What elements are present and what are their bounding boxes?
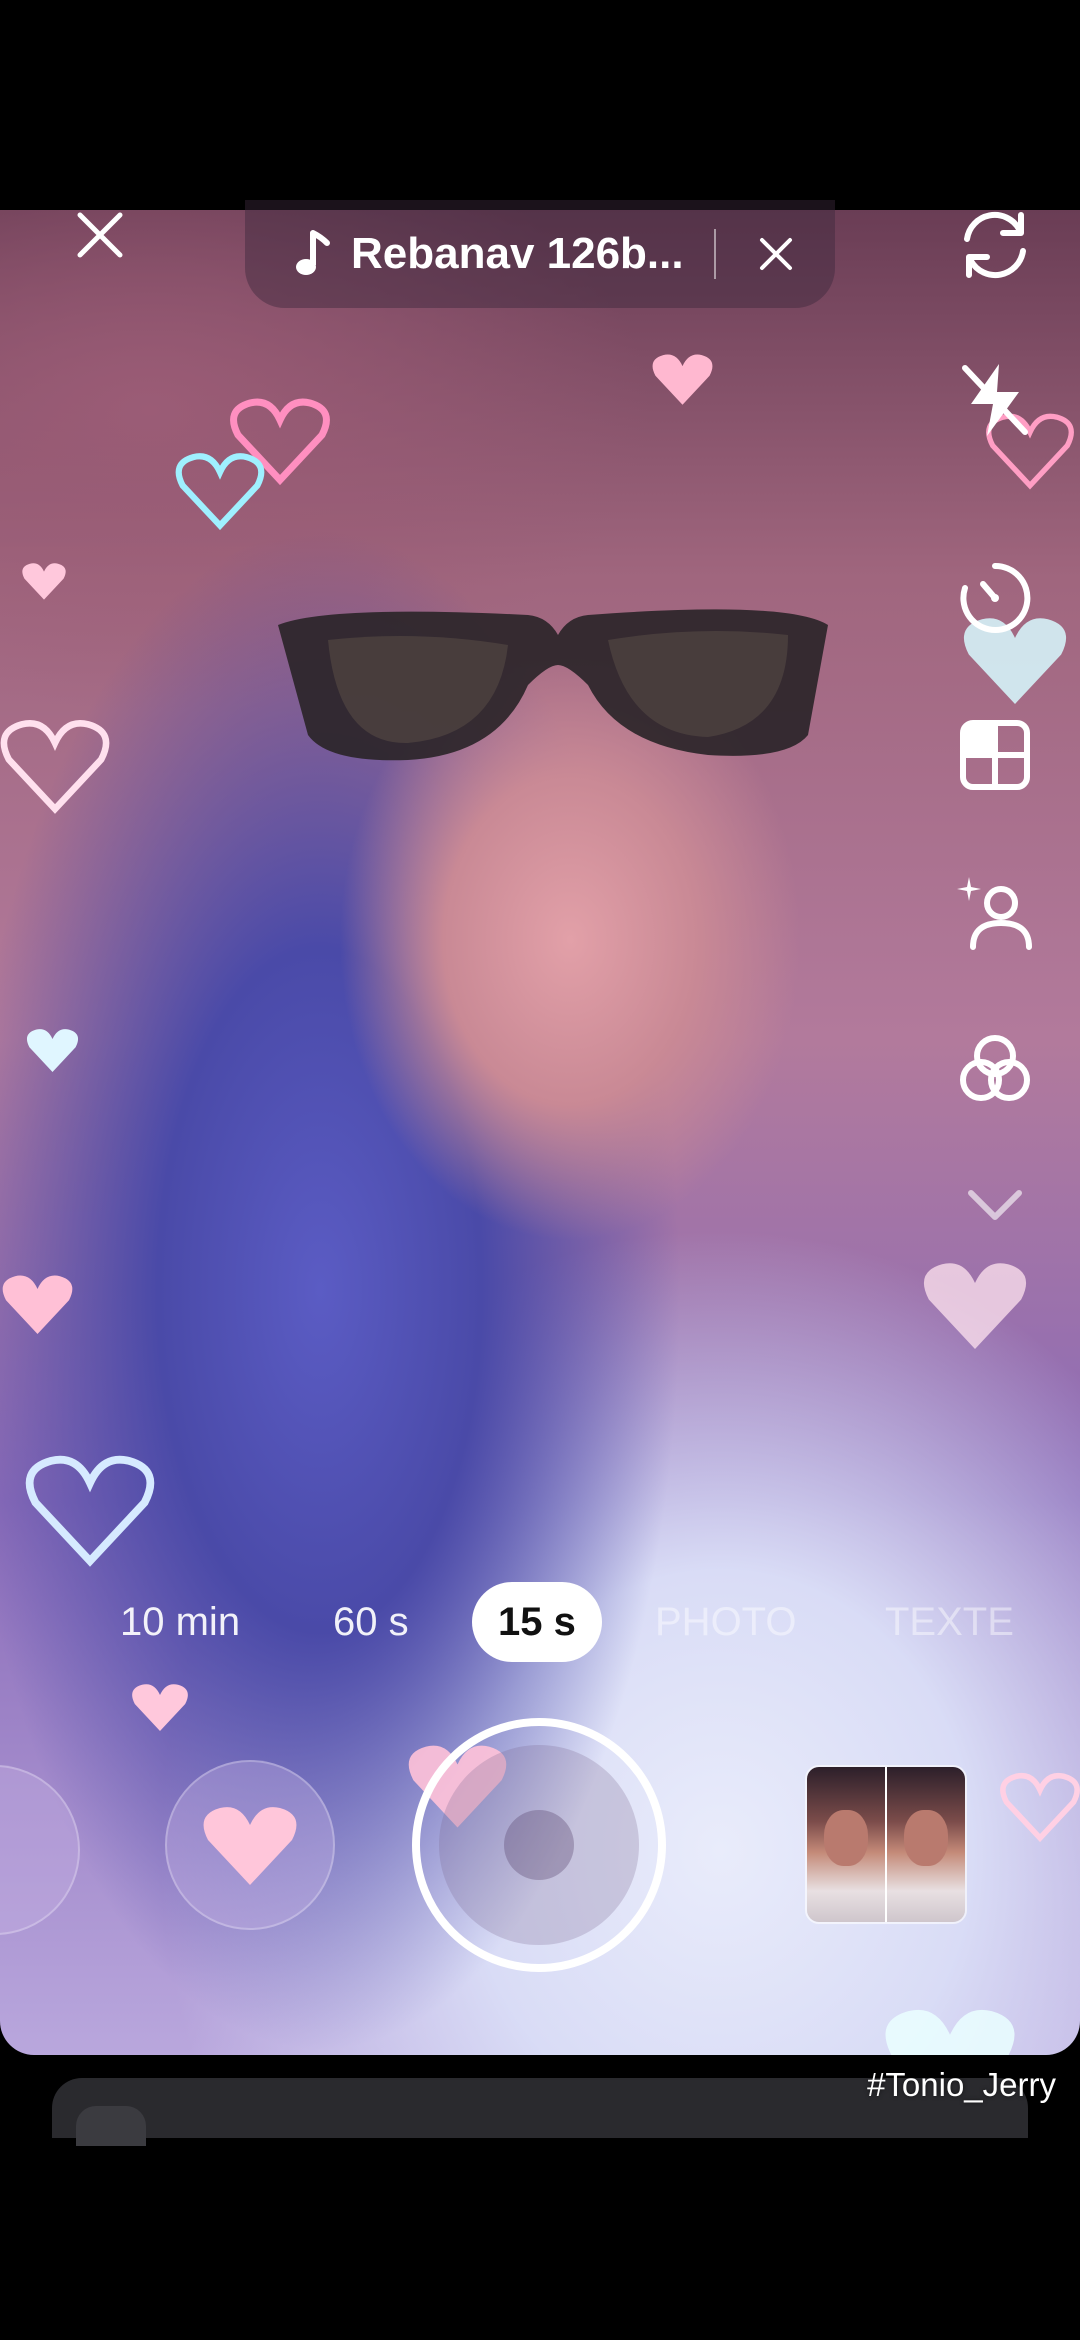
mode-photo[interactable]: PHOTO xyxy=(655,1582,797,1662)
gallery-thumbnail-right xyxy=(885,1767,965,1922)
close-button[interactable] xyxy=(70,205,130,265)
filters-button[interactable] xyxy=(950,1025,1040,1115)
divider xyxy=(713,229,716,279)
bottom-nub xyxy=(76,2106,146,2146)
flip-camera-button[interactable] xyxy=(950,200,1040,290)
heart-icon xyxy=(1000,1772,1080,1842)
sunglasses-shape xyxy=(278,609,828,761)
timer-icon xyxy=(960,562,1031,633)
heart-icon xyxy=(132,1684,188,1731)
heart-icon xyxy=(22,563,66,600)
mode-text[interactable]: TEXTE xyxy=(885,1582,1014,1662)
capture-mode-selector: 10 min 60 s 15 s PHOTO TEXTE xyxy=(0,1582,1080,1662)
heart-icon xyxy=(885,2009,1015,2055)
effects-button[interactable] xyxy=(165,1760,335,1930)
record-button[interactable] xyxy=(412,1718,666,1972)
heart-icon xyxy=(652,354,713,405)
close-icon xyxy=(77,212,123,258)
heart-icon xyxy=(26,1029,79,1072)
record-dot xyxy=(504,1810,574,1880)
mode-10-min[interactable]: 10 min xyxy=(120,1582,240,1662)
heart-icon xyxy=(175,453,265,530)
heart-icon xyxy=(0,720,110,814)
layout-button[interactable] xyxy=(950,710,1040,800)
filters-icon xyxy=(960,1035,1030,1101)
flip-camera-icon xyxy=(964,211,1026,279)
top-black-band xyxy=(0,0,1080,210)
beauty-button[interactable] xyxy=(950,868,1040,958)
music-title: Rebanav 126b... xyxy=(351,229,684,278)
chevron-down-icon xyxy=(968,1190,1022,1220)
heart-icon xyxy=(25,1455,155,1567)
heart-effect-icon xyxy=(203,1807,297,1885)
flash-button[interactable] xyxy=(950,355,1040,445)
flash-off-icon xyxy=(962,364,1028,436)
watermark-text: #Tonio_Jerry xyxy=(867,2066,1056,2103)
more-tools-button[interactable] xyxy=(950,1160,1040,1250)
remove-music-icon[interactable] xyxy=(756,234,796,274)
mode-60-s[interactable]: 60 s xyxy=(333,1582,409,1662)
gallery-upload-button[interactable] xyxy=(805,1765,967,1924)
music-note-icon xyxy=(296,230,330,275)
timer-button[interactable] xyxy=(950,553,1040,643)
music-selector[interactable]: Rebanav 126b... xyxy=(245,200,835,308)
heart-icon xyxy=(2,1275,73,1334)
heart-icon xyxy=(923,1263,1027,1349)
layout-grid-icon xyxy=(960,720,1030,790)
camera-screen: Rebanav 126b... 10 min 60 s 15 s PHOTO T… xyxy=(0,0,1080,2340)
mode-15-s[interactable]: 15 s xyxy=(472,1582,602,1662)
beauty-icon xyxy=(957,877,1032,950)
record-button-inner xyxy=(439,1745,639,1945)
gallery-thumbnail-left xyxy=(807,1767,885,1922)
